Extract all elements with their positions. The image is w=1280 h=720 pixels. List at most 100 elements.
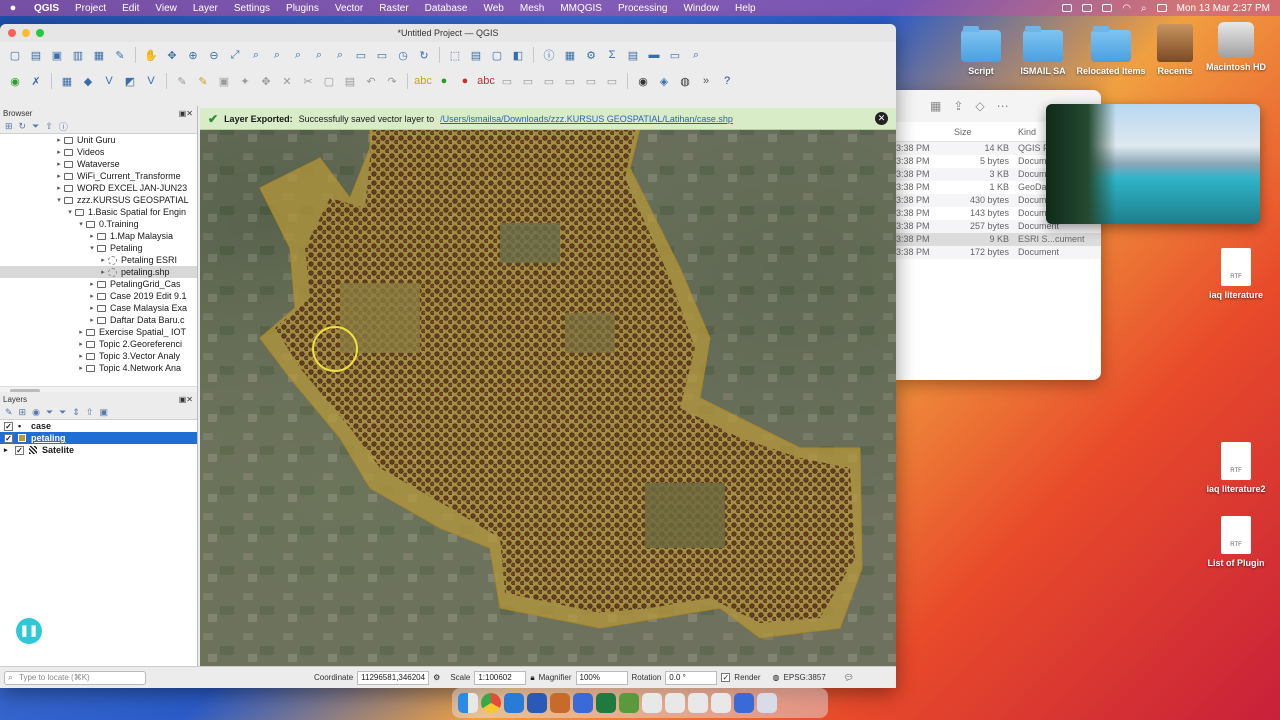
attribute-table-icon[interactable]: ▦ (561, 46, 579, 64)
expand-arrow-icon[interactable]: ▸ (87, 280, 97, 288)
expand-arrow-icon[interactable]: ▸ (76, 352, 86, 360)
render-checkbox[interactable]: ✓ (721, 673, 731, 682)
crs-button[interactable]: EPSG:3857 (784, 673, 826, 682)
control-center-icon[interactable] (1156, 4, 1167, 12)
expand-arrow-icon[interactable]: ▸ (54, 148, 64, 156)
window5-dock-icon[interactable] (734, 693, 754, 713)
messages-icon[interactable]: 💬︎ (844, 673, 854, 682)
export-path-link[interactable]: /Users/ismailsa/Downloads/zzz.KURSUS GEO… (440, 114, 733, 124)
new-bookmark-icon[interactable]: ▭ (352, 46, 370, 64)
pause-button[interactable]: ❚❚ (16, 618, 42, 644)
menu-processing[interactable]: Processing (610, 3, 675, 14)
menu-help[interactable]: Help (727, 3, 764, 14)
add-selected-icon[interactable]: ⊞ (5, 121, 13, 132)
label-unpin-icon[interactable]: ▭ (603, 72, 621, 90)
excel-dock-icon[interactable] (596, 693, 616, 713)
vertex-tool-icon[interactable]: ✥ (257, 72, 275, 90)
column-size[interactable]: Size (954, 127, 972, 137)
layer-visibility-checkbox[interactable]: ✓ (4, 433, 13, 443)
finder-row[interactable]: 3:38 PM 172 bytes Document (896, 246, 1101, 259)
trash-dock-icon[interactable] (757, 693, 777, 713)
browser-item[interactable]: ▸ petaling.shp (0, 266, 197, 278)
expand-arrow-icon[interactable]: ▸ (54, 160, 64, 168)
spotlight-icon[interactable]: ⌕ (1141, 3, 1147, 14)
new-project-icon[interactable]: ▢ (6, 46, 24, 64)
wifi-icon[interactable]: ◠ (1122, 3, 1131, 14)
minimize-window-button[interactable] (22, 29, 30, 37)
toggle-extents-icon[interactable]: ⚙ (433, 673, 440, 682)
redo-icon[interactable]: ↷ (383, 72, 401, 90)
more-tools-icon[interactable]: » (697, 72, 715, 90)
expand-arrow-icon[interactable]: ▾ (65, 208, 75, 216)
panel-close-icon[interactable]: ▣✕ (179, 109, 193, 118)
expand-arrow-icon[interactable]: ▸ (54, 136, 64, 144)
browser-item[interactable]: ▸ Exercise Spatial_ IOT (0, 326, 197, 338)
expand-arrow-icon[interactable]: ▸ (98, 256, 108, 264)
layer-case[interactable]: ✓ • case (0, 420, 197, 432)
python-console-icon[interactable]: ◉ (6, 72, 24, 90)
expand-arrow-icon[interactable]: ▸ (87, 232, 97, 240)
browser-item[interactable]: ▸ Petaling ESRI (0, 254, 197, 266)
refresh-icon[interactable]: ↻ (415, 46, 433, 64)
browser-item[interactable]: ▸ Topic 3.Vector Analy (0, 350, 197, 362)
screen-record-icon[interactable] (1062, 4, 1073, 12)
style-manager-icon[interactable]: ✎ (111, 46, 129, 64)
layer-visibility-checkbox[interactable]: ✓ (15, 445, 24, 455)
menu-layer[interactable]: Layer (185, 3, 226, 14)
menu-web[interactable]: Web (475, 3, 511, 14)
add-vector-icon[interactable]: ◆ (79, 72, 97, 90)
toolbox-icon[interactable]: ⚙ (582, 46, 600, 64)
word-dock-icon[interactable] (527, 693, 547, 713)
field-calculator-icon[interactable]: ▤ (624, 46, 642, 64)
search-disabled-icon[interactable]: ⌕ (687, 46, 705, 64)
expand-arrow-icon[interactable]: ▾ (54, 196, 64, 204)
finder-dock-icon[interactable] (458, 693, 478, 713)
browser-item[interactable]: ▸ WORD EXCEL JAN-JUN23 (0, 182, 197, 194)
temporal-controller-icon[interactable]: ◷ (394, 46, 412, 64)
select-by-value-icon[interactable]: ▤ (467, 46, 485, 64)
select-by-location-icon[interactable]: ◧ (509, 46, 527, 64)
menu-window[interactable]: Window (675, 3, 727, 14)
finder-row[interactable]: 3:38 PM 9 KB ESRI S...cument (896, 233, 1101, 246)
collapse-all-layers-icon[interactable]: ⇧ (86, 407, 94, 418)
browser-item[interactable]: ▾ 1.Basic Spatial for Engin (0, 206, 197, 218)
browser-item[interactable]: ▸ Topic 4.Network Ana (0, 362, 197, 374)
browser-item[interactable]: ▸ 1.Map Malaysia (0, 230, 197, 242)
deselect-icon[interactable]: ▢ (488, 46, 506, 64)
add-group-icon[interactable]: ⊞ (19, 407, 27, 418)
label-icon[interactable]: abc (414, 72, 432, 90)
python-icon[interactable]: ◈ (655, 72, 673, 90)
expand-arrow-icon[interactable]: ▸ (98, 268, 108, 276)
menu-project[interactable]: Project (67, 3, 114, 14)
expand-arrow-icon[interactable]: ▾ (76, 220, 86, 228)
browser-item[interactable]: ▸ Case 2019 Edit 9.1 (0, 290, 197, 302)
plugin-icon[interactable]: ◉ (634, 72, 652, 90)
desktop-file-iaq-literature2[interactable]: RTF iaq literature2 (1197, 442, 1275, 494)
lock-scale-icon[interactable]: 🔒︎ (530, 673, 534, 683)
manage-visibility-icon[interactable]: ◉ (32, 407, 40, 418)
tag-icon[interactable]: ◇ (975, 99, 984, 113)
browser-item[interactable]: ▸ PetalingGrid_Cas (0, 278, 197, 290)
expand-arrow-icon[interactable]: ▾ (87, 244, 97, 252)
zoom-out-icon[interactable]: ⊖ (205, 46, 223, 64)
browser-item[interactable]: ▸ Case Malaysia Exa (0, 302, 197, 314)
select-features-icon[interactable]: ⬚ (446, 46, 464, 64)
rotation-field[interactable]: 0.0 ° (665, 670, 718, 685)
zoom-window-button[interactable] (36, 29, 44, 37)
zoom-native-icon[interactable]: ⌕ (289, 46, 307, 64)
filter-expression-icon[interactable]: ⏷ (59, 407, 66, 418)
expand-arrow-icon[interactable]: ▸ (87, 304, 97, 312)
help-icon[interactable]: ? (718, 72, 736, 90)
save-project-icon[interactable]: ▣ (48, 46, 66, 64)
window2-dock-icon[interactable] (665, 693, 685, 713)
desktop-folder-ismail[interactable]: ISMAIL SA (1004, 26, 1082, 76)
cut-icon[interactable]: ✂ (299, 72, 317, 90)
window4-dock-icon[interactable] (711, 693, 731, 713)
expand-arrow-icon[interactable]: ▸ (76, 340, 86, 348)
desktop-file-list-of-plugin[interactable]: RTF List of Plugin (1197, 516, 1275, 568)
add-feature-icon[interactable]: ✦ (236, 72, 254, 90)
pan-to-selection-icon[interactable]: ✥ (163, 46, 181, 64)
cloud-icon[interactable] (1082, 4, 1093, 12)
label-move-icon[interactable]: ▭ (498, 72, 516, 90)
label-style-icon[interactable]: abc (477, 72, 495, 90)
